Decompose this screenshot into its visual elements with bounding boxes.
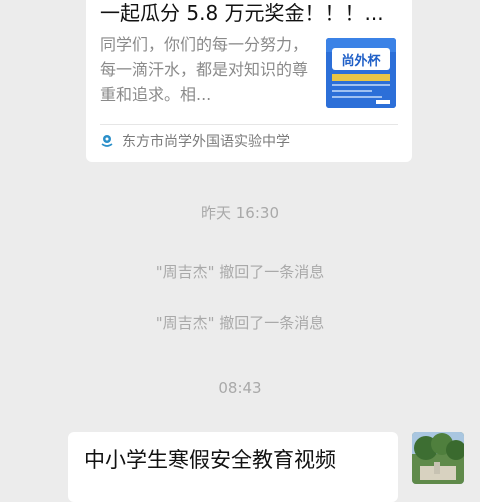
article-thumbnail: 尚外杯 <box>326 38 396 108</box>
article-source[interactable]: 东方市尚学外国语实验中学 <box>100 130 290 152</box>
article-title: 一起瓜分 5.8 万元奖金！！！... <box>100 1 384 25</box>
article-description: 同学们，你们的每一分努力，每一滴汗水，都是对知识的尊重和追求。相... <box>100 35 309 104</box>
recall-notice: "周吉杰" 撤回了一条消息 <box>155 314 325 332</box>
school-logo-icon <box>101 135 113 147</box>
source-name: 东方市尚学外国语实验中学 <box>122 134 290 150</box>
timestamp-today: 08:43 <box>218 379 262 397</box>
shared-article-card[interactable]: 一起瓜分 5.8 万元奖金！！！... 同学们，你们的每一分努力，每一滴汗水，都… <box>86 0 412 162</box>
avatar[interactable] <box>412 432 464 484</box>
video-title: 中小学生寒假安全教育视频 <box>84 448 336 472</box>
card-divider <box>100 124 398 125</box>
recall-notice: "周吉杰" 撤回了一条消息 <box>155 263 325 281</box>
thumbnail-title: 尚外杯 <box>341 53 381 69</box>
shared-video-card[interactable]: 中小学生寒假安全教育视频 <box>68 432 398 502</box>
timestamp-yesterday: 昨天 16:30 <box>201 204 279 222</box>
